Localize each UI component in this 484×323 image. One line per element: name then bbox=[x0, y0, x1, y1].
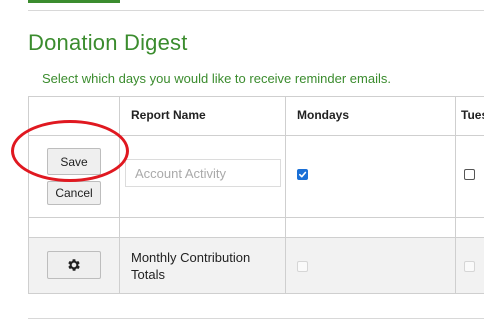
row-divider bbox=[29, 135, 484, 136]
row-mondays-checkbox[interactable] bbox=[297, 261, 308, 272]
header-tuesdays: Tues bbox=[461, 108, 484, 122]
gear-icon bbox=[68, 259, 80, 271]
header-report-name: Report Name bbox=[131, 108, 206, 122]
digest-table: Report Name Mondays Tues Save Cancel Acc… bbox=[28, 96, 484, 294]
mondays-checkbox[interactable] bbox=[297, 169, 308, 180]
bottom-divider bbox=[28, 318, 484, 319]
cancel-button[interactable]: Cancel bbox=[47, 181, 101, 205]
tuesdays-checkbox[interactable] bbox=[464, 169, 475, 180]
section-title: Donation Digest bbox=[28, 30, 188, 55]
report-name-text: Monthly Contribution Totals bbox=[131, 250, 251, 282]
active-tab-indicator bbox=[28, 0, 120, 3]
check-icon bbox=[298, 171, 307, 178]
row-divider bbox=[29, 293, 484, 294]
section-subtitle: Select which days you would like to rece… bbox=[42, 71, 391, 86]
row-tuesdays-checkbox[interactable] bbox=[464, 261, 475, 272]
row-divider bbox=[29, 217, 484, 218]
top-divider bbox=[28, 10, 484, 11]
row-mondays-cell bbox=[286, 238, 455, 293]
header-mondays: Mondays bbox=[297, 108, 350, 122]
settings-button[interactable] bbox=[47, 251, 101, 279]
save-button[interactable]: Save bbox=[47, 148, 101, 175]
report-name-input[interactable]: Account Activity bbox=[125, 159, 281, 187]
